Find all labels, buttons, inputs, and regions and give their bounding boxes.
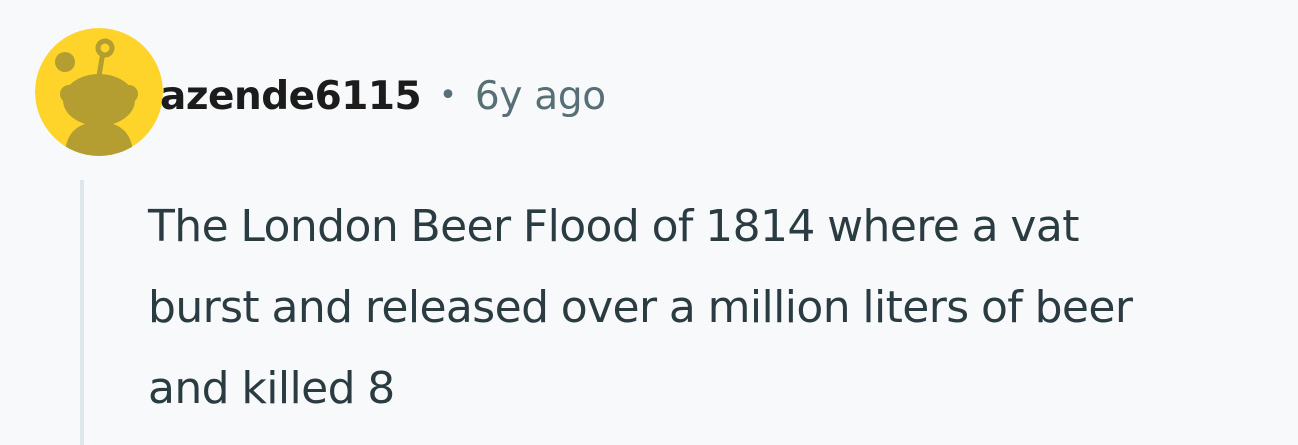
comment-line: burst and released over a million liters… — [148, 282, 1133, 333]
timestamp[interactable]: 6y ago — [475, 74, 606, 119]
comment-line: The London Beer Flood of 1814 where a va… — [148, 201, 1079, 252]
comment-body: The London Beer Flood of 1814 where a va… — [148, 186, 1288, 429]
snoo-avatar-icon — [35, 28, 163, 156]
thread-line[interactable] — [80, 180, 84, 445]
meta-separator: • — [439, 77, 457, 113]
comment-header: azende6115 • 6y ago — [160, 66, 606, 126]
comment-line: and killed 8 — [148, 363, 395, 414]
avatar[interactable] — [35, 28, 163, 156]
username[interactable]: azende6115 — [160, 74, 422, 119]
